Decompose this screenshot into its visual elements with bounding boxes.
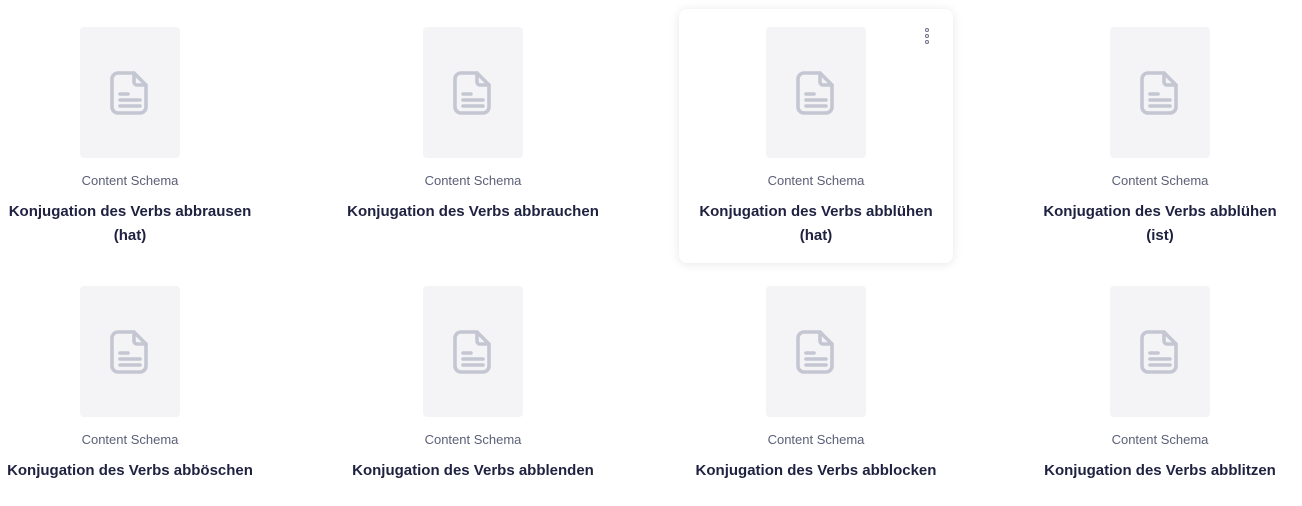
card-title[interactable]: Konjugation des Verbs abblühen (hat)	[686, 200, 946, 248]
content-card[interactable]: Content Schema Konjugation des Verbs abb…	[0, 9, 267, 263]
document-icon	[110, 329, 148, 374]
more-vertical-icon	[925, 40, 929, 44]
card-title[interactable]: Konjugation des Verbs abböschen	[0, 459, 260, 483]
card-thumbnail	[423, 286, 523, 417]
content-card[interactable]: Content Schema Konjugation des Verbs abb…	[679, 9, 953, 263]
card-type-label: Content Schema	[1111, 432, 1209, 447]
card-thumbnail	[423, 27, 523, 158]
more-vertical-icon	[925, 28, 929, 32]
card-type-label: Content Schema	[81, 173, 179, 188]
card-title[interactable]: Konjugation des Verbs abblenden	[343, 459, 603, 483]
card-thumbnail	[80, 286, 180, 417]
card-title[interactable]: Konjugation des Verbs abblocken	[686, 459, 946, 483]
card-title[interactable]: Konjugation des Verbs abbrauchen	[343, 200, 603, 224]
content-grid: Content Schema Konjugation des Verbs abb…	[0, 0, 1302, 506]
card-title[interactable]: Konjugation des Verbs abbrausen (hat)	[0, 200, 260, 248]
card-type-label: Content Schema	[1111, 173, 1209, 188]
document-icon	[453, 329, 491, 374]
document-icon	[1140, 329, 1178, 374]
content-card[interactable]: Content Schema Konjugation des Verbs abb…	[336, 9, 610, 263]
content-card[interactable]: Content Schema Konjugation des Verbs abb…	[0, 268, 267, 498]
card-menu-button[interactable]	[921, 25, 933, 47]
content-card[interactable]: Content Schema Konjugation des Verbs abb…	[1023, 9, 1297, 263]
card-title[interactable]: Konjugation des Verbs abblitzen	[1030, 459, 1290, 483]
document-icon	[1140, 70, 1178, 115]
card-type-label: Content Schema	[767, 173, 865, 188]
document-icon	[796, 70, 834, 115]
card-type-label: Content Schema	[424, 173, 522, 188]
card-type-label: Content Schema	[767, 432, 865, 447]
card-thumbnail	[1110, 27, 1210, 158]
content-card[interactable]: Content Schema Konjugation des Verbs abb…	[1023, 268, 1297, 498]
document-icon	[453, 70, 491, 115]
card-thumbnail	[766, 27, 866, 158]
card-type-label: Content Schema	[81, 432, 179, 447]
card-thumbnail	[766, 286, 866, 417]
document-icon	[796, 329, 834, 374]
card-thumbnail	[1110, 286, 1210, 417]
content-card[interactable]: Content Schema Konjugation des Verbs abb…	[679, 268, 953, 498]
card-thumbnail	[80, 27, 180, 158]
card-title[interactable]: Konjugation des Verbs abblühen (ist)	[1030, 200, 1290, 248]
more-vertical-icon	[925, 34, 929, 38]
card-type-label: Content Schema	[424, 432, 522, 447]
document-icon	[110, 70, 148, 115]
content-card[interactable]: Content Schema Konjugation des Verbs abb…	[336, 268, 610, 498]
